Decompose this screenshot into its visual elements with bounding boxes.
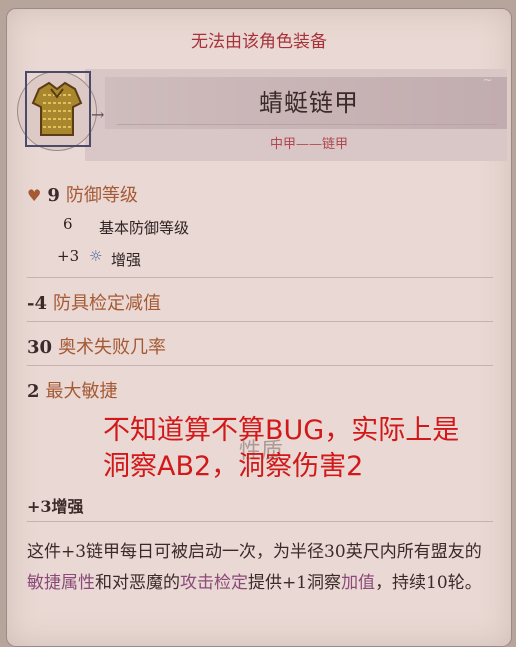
attack-roll-link[interactable]: 攻击检定	[180, 573, 248, 593]
cannot-equip-warning: 无法由该角色装备	[191, 32, 327, 52]
base-ac-value: 6	[63, 215, 73, 233]
enhancement-icon: ☼	[89, 247, 103, 265]
chainmail-armor-icon	[31, 81, 83, 136]
enhancement-value: +3	[57, 247, 80, 265]
armor-class-stat: ♥ 9 防御等级	[27, 185, 138, 206]
check-penalty-stat: -4 防具检定减值	[27, 293, 161, 314]
item-tooltip: 无法由该角色装备 ~ 蜻蜓链甲 中甲——链甲 → ♥ 9 防御等级 6 基本防御等级…	[6, 8, 512, 647]
compare-arrow-icon: →	[91, 105, 105, 124]
dexterity-link[interactable]: 敏捷属性	[27, 573, 95, 593]
item-icon-frame[interactable]	[17, 67, 97, 153]
base-ac-label: 基本防御等级	[99, 219, 190, 237]
enhancement-label: 增强	[111, 251, 142, 269]
enhancement-property-title: +3增强	[27, 497, 84, 516]
user-annotation: 不知道算不算BUG，实际上是 洞察AB2，洞察伤害2	[103, 415, 460, 482]
item-type: 中甲——链甲	[269, 137, 348, 152]
property-description: 这件+3链甲每日可被启动一次，为半径30英尺内所有盟友的敏捷属性和对恶魔的攻击检…	[27, 542, 482, 593]
header-divider	[117, 124, 497, 125]
shield-icon: ♥	[27, 186, 42, 205]
max-dex-stat: 2 最大敏捷	[27, 381, 118, 402]
item-name: 蜻蜓链甲	[259, 89, 359, 117]
bonus-link[interactable]: 加值	[341, 573, 375, 593]
spell-failure-stat: 30 奥术失败几率	[27, 337, 167, 358]
